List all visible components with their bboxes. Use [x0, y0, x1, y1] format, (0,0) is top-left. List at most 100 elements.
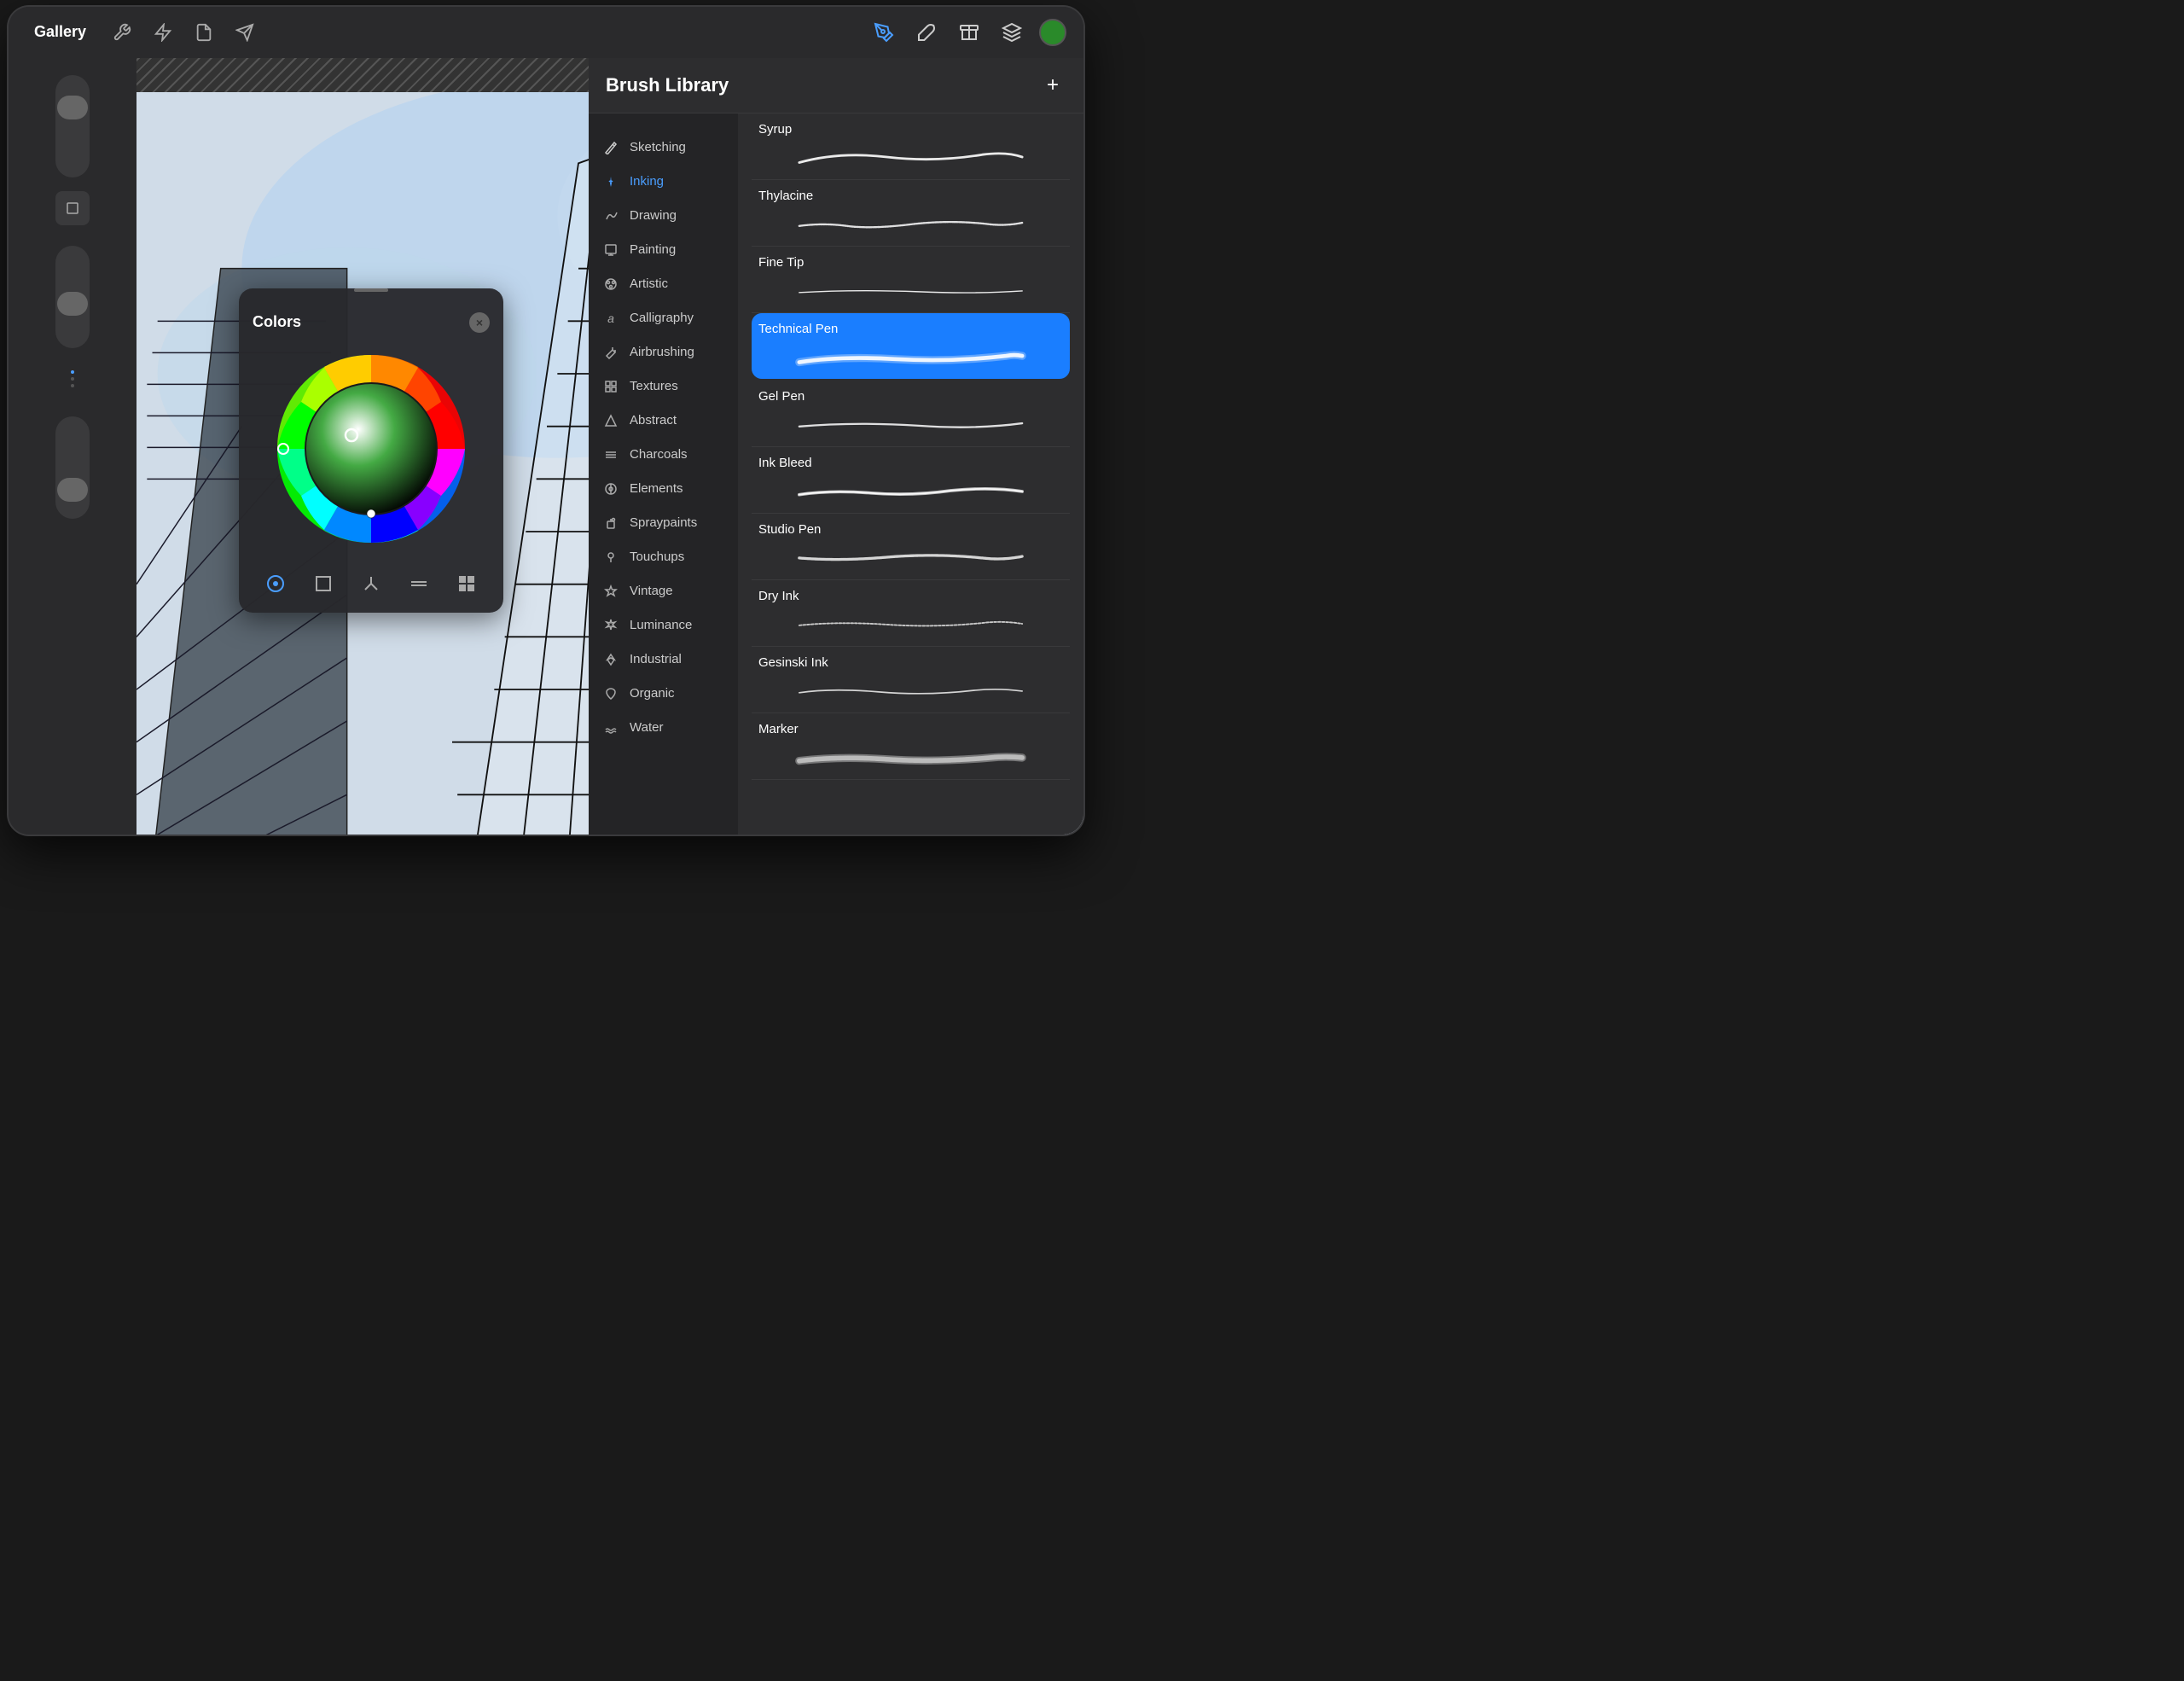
- sidebar-square-btn[interactable]: [55, 191, 90, 225]
- brush-gesinski-ink-preview: [758, 677, 1063, 704]
- calligraphy-label: Calligraphy: [630, 311, 694, 325]
- category-vintage[interactable]: Vintage: [589, 574, 738, 608]
- third-slider[interactable]: [55, 416, 90, 519]
- inking-label: Inking: [630, 174, 664, 189]
- gallery-button[interactable]: Gallery: [26, 18, 95, 46]
- color-mode-tabs: [239, 558, 503, 599]
- brush-studio-pen-name: Studio Pen: [758, 522, 1063, 537]
- left-sidebar: [9, 58, 136, 835]
- gradient-tab[interactable]: [404, 568, 434, 599]
- vintage-icon: [602, 583, 619, 600]
- category-sketching[interactable]: Sketching: [589, 131, 738, 165]
- water-icon: [602, 719, 619, 736]
- category-elements[interactable]: Elements: [589, 472, 738, 506]
- brush-library-panel: Brush Library + Sketching: [589, 58, 1083, 835]
- industrial-label: Industrial: [630, 652, 682, 666]
- category-charcoals[interactable]: Charcoals: [589, 438, 738, 472]
- category-painting[interactable]: Painting: [589, 233, 738, 267]
- painting-icon: [602, 241, 619, 259]
- eraser-tool-icon[interactable]: [954, 17, 985, 48]
- category-artistic[interactable]: Artistic: [589, 267, 738, 301]
- brush-syrup-preview: [758, 143, 1063, 171]
- category-calligraphy[interactable]: a Calligraphy: [589, 301, 738, 335]
- brush-size-thumb[interactable]: [57, 96, 88, 119]
- brush-gel-pen-preview: [758, 410, 1063, 438]
- abstract-icon: [602, 412, 619, 429]
- touchups-icon: [602, 549, 619, 566]
- drag-handle[interactable]: [354, 288, 388, 292]
- colors-close-button[interactable]: ×: [469, 312, 490, 333]
- disc-tab[interactable]: [260, 568, 291, 599]
- brush-marker[interactable]: Marker: [752, 713, 1070, 780]
- sketching-label: Sketching: [630, 140, 686, 154]
- active-color-dot[interactable]: [1039, 19, 1066, 46]
- top-bar-left: Gallery: [26, 18, 258, 46]
- industrial-icon: [602, 651, 619, 668]
- category-spraypaints[interactable]: Spraypaints: [589, 506, 738, 540]
- palettes-tab[interactable]: [451, 568, 482, 599]
- brush-library-title: Brush Library: [606, 74, 729, 96]
- airbrushing-label: Airbrushing: [630, 345, 694, 359]
- pen-tool-icon[interactable]: [868, 17, 899, 48]
- category-airbrushing[interactable]: Airbrushing: [589, 335, 738, 369]
- layers-icon[interactable]: [996, 17, 1027, 48]
- spraypaints-icon: [602, 515, 619, 532]
- wrench-icon[interactable]: [108, 19, 136, 46]
- transform-icon[interactable]: [231, 19, 258, 46]
- category-organic[interactable]: Organic: [589, 677, 738, 711]
- brush-dry-ink-preview: [758, 610, 1063, 637]
- selection-icon[interactable]: [190, 19, 218, 46]
- organic-label: Organic: [630, 686, 675, 701]
- charcoals-label: Charcoals: [630, 447, 688, 462]
- brush-ink-bleed[interactable]: Ink Bleed: [752, 447, 1070, 514]
- brush-list: Syrup Thylacine Fine Tip: [738, 113, 1083, 835]
- brush-gesinski-ink-name: Gesinski Ink: [758, 655, 1063, 670]
- brush-dry-ink-name: Dry Ink: [758, 589, 1063, 603]
- category-industrial[interactable]: Industrial: [589, 643, 738, 677]
- brush-gel-pen-name: Gel Pen: [758, 389, 1063, 404]
- opacity-slider[interactable]: [55, 246, 90, 348]
- ipad-frame: Gallery: [9, 7, 1083, 835]
- third-thumb[interactable]: [57, 478, 88, 502]
- opacity-thumb[interactable]: [57, 292, 88, 316]
- brush-thylacine[interactable]: Thylacine: [752, 180, 1070, 247]
- sketching-icon: [602, 139, 619, 156]
- brush-fine-tip-name: Fine Tip: [758, 255, 1063, 270]
- adjustments-icon[interactable]: [149, 19, 177, 46]
- brush-technical-pen[interactable]: Technical Pen: [752, 313, 1070, 379]
- spraypaints-label: Spraypaints: [630, 515, 697, 530]
- textures-icon: [602, 378, 619, 395]
- brush-studio-pen[interactable]: Studio Pen: [752, 514, 1070, 580]
- calligraphy-icon: a: [602, 310, 619, 327]
- inking-icon: [602, 173, 619, 190]
- smudge-tool-icon[interactable]: [911, 17, 942, 48]
- add-brush-button[interactable]: +: [1039, 72, 1066, 99]
- brush-gel-pen[interactable]: Gel Pen: [752, 381, 1070, 447]
- category-inking[interactable]: Inking: [589, 165, 738, 199]
- drawing-icon: [602, 207, 619, 224]
- category-luminance[interactable]: Luminance: [589, 608, 738, 643]
- artistic-label: Artistic: [630, 276, 668, 291]
- brush-syrup[interactable]: Syrup: [752, 113, 1070, 180]
- color-wheel[interactable]: [269, 346, 473, 551]
- brush-fine-tip[interactable]: Fine Tip: [752, 247, 1070, 313]
- colors-header: Colors ×: [239, 300, 503, 340]
- drawing-label: Drawing: [630, 208, 677, 223]
- brush-library-header: Brush Library +: [589, 58, 1083, 113]
- vintage-label: Vintage: [630, 584, 673, 598]
- category-drawing[interactable]: Drawing: [589, 199, 738, 233]
- category-water[interactable]: Water: [589, 711, 738, 745]
- dots-indicator[interactable]: [67, 362, 78, 396]
- square-tab[interactable]: [308, 568, 339, 599]
- category-abstract[interactable]: Abstract: [589, 404, 738, 438]
- brush-thylacine-preview: [758, 210, 1063, 237]
- brush-studio-pen-preview: [758, 544, 1063, 571]
- category-textures[interactable]: Textures: [589, 369, 738, 404]
- harmony-tab[interactable]: [356, 568, 386, 599]
- brush-marker-name: Marker: [758, 722, 1063, 736]
- brush-gesinski-ink[interactable]: Gesinski Ink: [752, 647, 1070, 713]
- category-touchups[interactable]: Touchups: [589, 540, 738, 574]
- brush-size-slider[interactable]: [55, 75, 90, 177]
- brush-ink-bleed-name: Ink Bleed: [758, 456, 1063, 470]
- brush-dry-ink[interactable]: Dry Ink: [752, 580, 1070, 647]
